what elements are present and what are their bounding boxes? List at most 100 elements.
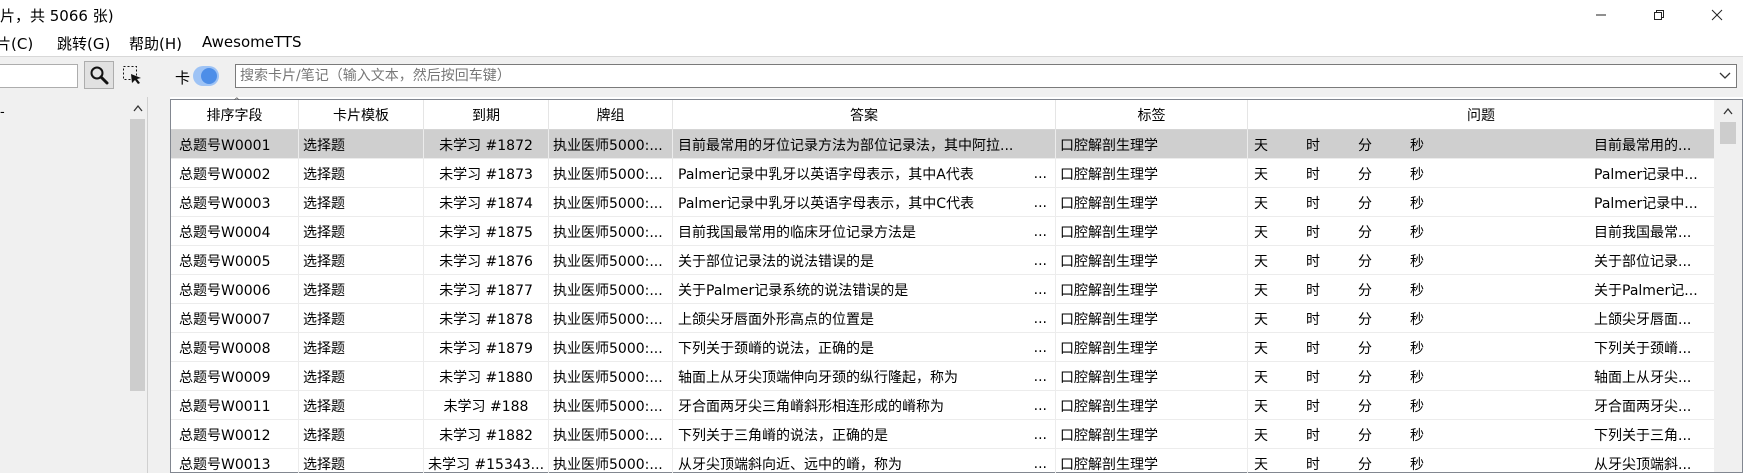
cell-text: 未学习 #1872: [439, 137, 533, 154]
chevron-up-icon: [1723, 107, 1733, 115]
sidebar-search-input[interactable]: [0, 64, 78, 88]
table-row[interactable]: 总题号W0013 选择题 未学习 #15343... 执业医师5000:... 从牙尖顶…: [171, 449, 1714, 473]
question-timer-label: 秒: [1410, 137, 1424, 154]
cell-text: 选择题: [303, 224, 345, 241]
question-timer-label: 秒: [1410, 398, 1424, 415]
table-row[interactable]: 总题号W0012 选择题 未学习 #1882 执业医师5000:... 下列关于三角嵴的…: [171, 420, 1714, 449]
cell-sort: 总题号W0005: [171, 246, 299, 275]
table-row[interactable]: 总题号W0008 选择题 未学习 #1879 执业医师5000:... 下列关于颈嵴的说…: [171, 333, 1714, 362]
cell-template: 选择题: [299, 449, 424, 473]
column-header-sort-field[interactable]: ^ 排序字段: [171, 97, 299, 130]
sidebar-search-button[interactable]: [84, 61, 114, 89]
cell-text: Palmer记录中乳牙以英语字母表示，其中C代表: [678, 195, 975, 212]
cell-text: 执业医师5000:...: [553, 369, 663, 386]
cell-deck: 执业医师5000:...: [549, 275, 673, 304]
menu-awesometts[interactable]: AwesomeTTS: [202, 33, 302, 51]
cell-due: 未学习 #1876: [424, 246, 549, 275]
cell-text: 执业医师5000:...: [553, 427, 663, 444]
table-row[interactable]: 总题号W0005 选择题 未学习 #1876 执业医师5000:... 关于部位记录法的…: [171, 246, 1714, 275]
cell-answer: 关于Palmer记录系统的说法错误的是...: [673, 275, 1056, 304]
close-button[interactable]: [1688, 0, 1743, 30]
cards-notes-toggle[interactable]: [193, 66, 219, 86]
cell-text: 未学习 #188: [443, 398, 529, 415]
table-row[interactable]: 总题号W0011 选择题 未学习 #188 执业医师5000:... 牙合面两牙尖三角嵴…: [171, 391, 1714, 420]
question-timer-label: 时: [1306, 166, 1320, 183]
sidebar-scroll-up[interactable]: [129, 99, 146, 117]
cell-due: 未学习 #1877: [424, 275, 549, 304]
restore-icon: [1654, 10, 1664, 20]
minimize-icon: [1596, 14, 1606, 16]
question-timer-label: 分: [1358, 369, 1372, 386]
cell-template: 选择题: [299, 217, 424, 246]
cell-sort: 总题号W0013: [171, 449, 299, 473]
column-header-question[interactable]: 问题: [1248, 100, 1714, 130]
table-row[interactable]: 总题号W0002 选择题 未学习 #1873 执业医师5000:... Palmer记录…: [171, 159, 1714, 188]
question-timer-label: 秒: [1410, 253, 1424, 270]
cell-template: 选择题: [299, 420, 424, 449]
cell-text: 未学习 #1877: [439, 282, 533, 299]
table-row[interactable]: 总题号W0004 选择题 未学习 #1875 执业医师5000:... 目前我国最常用的…: [171, 217, 1714, 246]
question-timer-label: 秒: [1410, 195, 1424, 212]
chevron-down-icon[interactable]: [1718, 68, 1732, 84]
select-region-button[interactable]: [118, 61, 146, 89]
cell-text: 执业医师5000:...: [553, 398, 663, 415]
question-timer-label: 秒: [1410, 340, 1424, 357]
column-header-deck[interactable]: 牌组: [549, 100, 673, 130]
table-row[interactable]: 总题号W0006 选择题 未学习 #1877 执业医师5000:... 关于Palmer…: [171, 275, 1714, 304]
cell-answer: 上颌尖牙唇面外形高点的位置是...: [673, 304, 1056, 333]
cell-text: 选择题: [303, 166, 345, 183]
menu-cards[interactable]: 片(C): [0, 33, 33, 54]
menu-help[interactable]: 帮助(H): [129, 33, 182, 54]
cell-text: 执业医师5000:...: [553, 137, 663, 154]
question-timer-label: 分: [1358, 340, 1372, 357]
cell-text: 执业医师5000:...: [553, 253, 663, 270]
search-box[interactable]: [235, 64, 1737, 88]
truncation-ellipsis: ...: [1033, 455, 1047, 472]
window-title: 片，共 5066 张): [0, 7, 114, 25]
column-header-tags[interactable]: 标签: [1056, 100, 1248, 130]
table-row[interactable]: 总题号W0007 选择题 未学习 #1878 执业医师5000:... 上颌尖牙唇面外形…: [171, 304, 1714, 333]
cell-sort: 总题号W0009: [171, 362, 299, 391]
cell-sort: 总题号W0004: [171, 217, 299, 246]
sidebar-item[interactable]: -: [0, 105, 5, 120]
cell-text: 口腔解剖生理学: [1060, 369, 1158, 386]
cell-text: 下列关于颈嵴...: [1594, 340, 1692, 357]
minimize-button[interactable]: [1572, 0, 1630, 30]
cell-text: 总题号W0012: [179, 427, 271, 444]
question-timer-label: 分: [1358, 398, 1372, 415]
column-header-template[interactable]: 卡片模板: [299, 100, 424, 130]
cell-template: 选择题: [299, 333, 424, 362]
cell-text: 口腔解剖生理学: [1060, 456, 1158, 473]
cell-question: 天 时 分 秒 轴面上从牙尖...: [1248, 362, 1714, 391]
cell-sort: 总题号W0002: [171, 159, 299, 188]
truncation-ellipsis: ...: [1033, 194, 1047, 211]
cards-notes-toggle-label: 卡: [175, 69, 191, 87]
cell-deck: 执业医师5000:...: [549, 420, 673, 449]
menu-goto[interactable]: 跳转(G): [57, 33, 110, 54]
cell-text: 未学习 #1874: [439, 195, 533, 212]
cell-deck: 执业医师5000:...: [549, 217, 673, 246]
cell-text: 口腔解剖生理学: [1060, 253, 1158, 270]
cell-answer: 下列关于颈嵴的说法，正确的是...: [673, 333, 1056, 362]
question-timer-label: 分: [1358, 166, 1372, 183]
table-row[interactable]: 总题号W0009 选择题 未学习 #1880 执业医师5000:... 轴面上从牙尖顶端…: [171, 362, 1714, 391]
maximize-button[interactable]: [1630, 0, 1688, 30]
cell-text: 下列关于三角...: [1594, 427, 1692, 444]
table-row[interactable]: 总题号W0001 选择题 未学习 #1872 执业医师5000:... 目前最常用的牙位…: [171, 130, 1714, 159]
cell-text: 未学习 #1875: [439, 224, 533, 241]
search-input[interactable]: [240, 66, 1710, 86]
table-row[interactable]: 总题号W0003 选择题 未学习 #1874 执业医师5000:... Palmer记录…: [171, 188, 1714, 217]
question-timer-label: 时: [1306, 340, 1320, 357]
table-scrollbar[interactable]: [1714, 100, 1742, 472]
cell-due: 未学习 #1878: [424, 304, 549, 333]
splitter[interactable]: [148, 97, 170, 473]
cell-text: 关于部位记录...: [1594, 253, 1692, 270]
question-timer-label: 天: [1254, 427, 1268, 444]
cell-deck: 执业医师5000:...: [549, 333, 673, 362]
column-header-due[interactable]: 到期: [424, 100, 549, 130]
table-scroll-thumb[interactable]: [1720, 122, 1736, 144]
table-scroll-up[interactable]: [1714, 102, 1742, 120]
column-header-answer[interactable]: 答案: [673, 100, 1056, 130]
sidebar-scroll-thumb[interactable]: [130, 119, 145, 391]
column-label: 到期: [472, 108, 500, 124]
